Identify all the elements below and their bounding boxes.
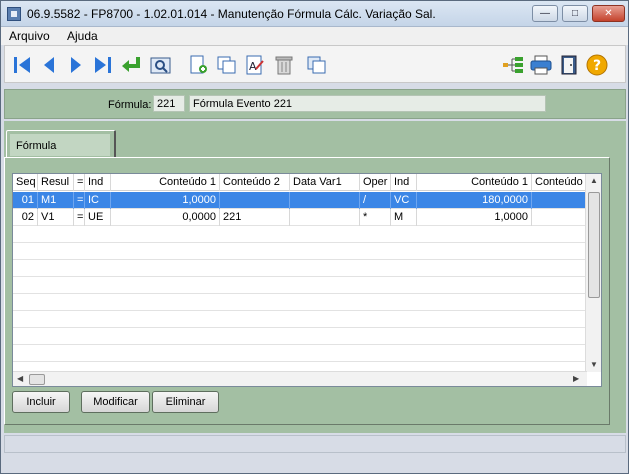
scroll-right-icon[interactable]: ▶ — [573, 374, 579, 383]
new-record-icon[interactable] — [187, 54, 209, 76]
cell-seq: 01 — [13, 192, 38, 209]
horizontal-scroll-thumb[interactable] — [29, 374, 45, 385]
cell-conteudo1b: 180,0000 — [417, 192, 532, 209]
cell-data-var1 — [290, 209, 360, 226]
scroll-down-icon[interactable]: ▼ — [590, 360, 598, 369]
app-window: 06.9.5582 - FP8700 - 1.02.01.014 - Manut… — [0, 0, 629, 474]
scroll-left-icon[interactable]: ◀ — [17, 374, 23, 383]
empty-row — [13, 226, 587, 243]
col-conteudo1[interactable]: Conteúdo 1 — [111, 174, 220, 191]
menu-ajuda[interactable]: Ajuda — [67, 29, 98, 43]
header-panel: Fórmula: 221 Fórmula Evento 221 — [4, 89, 626, 119]
col-data-var1[interactable]: Data Var1 — [290, 174, 360, 191]
empty-row — [13, 345, 587, 362]
window-title: 06.9.5582 - FP8700 - 1.02.01.014 - Manut… — [27, 7, 436, 21]
go-to-icon[interactable] — [120, 54, 142, 76]
col-conteudo2[interactable]: Conteúdo 2 — [220, 174, 290, 191]
empty-row — [13, 328, 587, 345]
cell-resul: V1 — [38, 209, 74, 226]
search-icon[interactable] — [150, 54, 172, 76]
close-button[interactable]: ✕ — [592, 5, 625, 22]
cell-oper: * — [360, 209, 391, 226]
grid-header: Seq Resul = Ind Conteúdo 1 Conteúdo 2 Da… — [13, 174, 592, 191]
vertical-scrollbar[interactable]: ▲ ▼ — [585, 174, 601, 372]
tree-icon[interactable] — [502, 54, 524, 76]
col-eq[interactable]: = — [74, 174, 85, 191]
empty-row — [13, 243, 587, 260]
svg-text:A: A — [249, 60, 257, 73]
formula-code-field[interactable]: 221 — [153, 95, 185, 112]
incluir-button[interactable]: Incluir — [12, 391, 70, 413]
edit-icon[interactable]: A — [244, 54, 266, 76]
col-conteudo1b[interactable]: Conteúdo 1 — [417, 174, 532, 191]
cell-conteudo2 — [220, 192, 290, 209]
cell-eq: = — [74, 209, 85, 226]
formula-grid: Seq Resul = Ind Conteúdo 1 Conteúdo 2 Da… — [12, 173, 602, 387]
cell-ind: IC — [85, 192, 111, 209]
help-icon[interactable]: ? — [586, 54, 608, 76]
cell-ind2: M — [391, 209, 417, 226]
cell-conteudo1: 1,0000 — [111, 192, 220, 209]
cell-conteudo2b — [532, 209, 592, 226]
next-record-icon[interactable] — [65, 54, 87, 76]
col-seq[interactable]: Seq — [13, 174, 38, 191]
last-record-icon[interactable] — [92, 54, 114, 76]
table-row[interactable]: 01 M1 = IC 1,0000 / VC 180,0000 — [13, 192, 592, 209]
svg-text:?: ? — [593, 58, 601, 74]
menu-bar: Arquivo Ajuda — [1, 27, 628, 45]
cell-conteudo1b: 1,0000 — [417, 209, 532, 226]
delete-icon[interactable] — [273, 54, 295, 76]
scroll-up-icon[interactable]: ▲ — [590, 176, 598, 185]
modificar-button[interactable]: Modificar — [81, 391, 150, 413]
title-bar: 06.9.5582 - FP8700 - 1.02.01.014 - Manut… — [1, 1, 628, 27]
cell-ind: UE — [85, 209, 111, 226]
cell-ind2: VC — [391, 192, 417, 209]
cell-conteudo1: 0,0000 — [111, 209, 220, 226]
cell-conteudo2: 221 — [220, 209, 290, 226]
table-row[interactable]: 02 V1 = UE 0,0000 221 * M 1,0000 — [13, 209, 592, 226]
cell-conteudo2b — [532, 192, 592, 209]
col-ind2[interactable]: Ind — [391, 174, 417, 191]
vertical-scroll-thumb[interactable] — [588, 192, 600, 298]
eliminar-button[interactable]: Eliminar — [152, 391, 219, 413]
menu-arquivo[interactable]: Arquivo — [9, 29, 50, 43]
cell-resul: M1 — [38, 192, 74, 209]
print-icon[interactable] — [530, 54, 552, 76]
toolbar: A ? — [4, 45, 626, 83]
col-conteudo2b[interactable]: Conteúdo 2 — [532, 174, 592, 191]
cell-eq: = — [74, 192, 85, 209]
prev-record-icon[interactable] — [38, 54, 60, 76]
app-icon — [7, 7, 21, 21]
col-oper[interactable]: Oper — [360, 174, 391, 191]
tab-formula[interactable]: Fórmula — [6, 130, 116, 158]
horizontal-scrollbar[interactable]: ◀ ▶ — [13, 371, 587, 386]
formula-label: Fórmula: — [108, 99, 152, 111]
first-record-icon[interactable] — [11, 54, 33, 76]
minimize-button[interactable]: — — [532, 5, 558, 22]
duplicate-icon[interactable] — [306, 54, 328, 76]
empty-row — [13, 260, 587, 277]
status-bar — [4, 435, 626, 453]
exit-icon[interactable] — [558, 54, 580, 76]
empty-row — [13, 311, 587, 328]
cell-seq: 02 — [13, 209, 38, 226]
copy-icon[interactable] — [216, 54, 238, 76]
cell-data-var1 — [290, 192, 360, 209]
tab-formula-label: Fórmula — [10, 134, 110, 156]
empty-row — [13, 277, 587, 294]
empty-row — [13, 294, 587, 311]
col-ind[interactable]: Ind — [85, 174, 111, 191]
formula-description-field[interactable]: Fórmula Evento 221 — [189, 95, 546, 112]
col-resul[interactable]: Resul — [38, 174, 74, 191]
maximize-button[interactable]: □ — [562, 5, 588, 22]
cell-oper: / — [360, 192, 391, 209]
